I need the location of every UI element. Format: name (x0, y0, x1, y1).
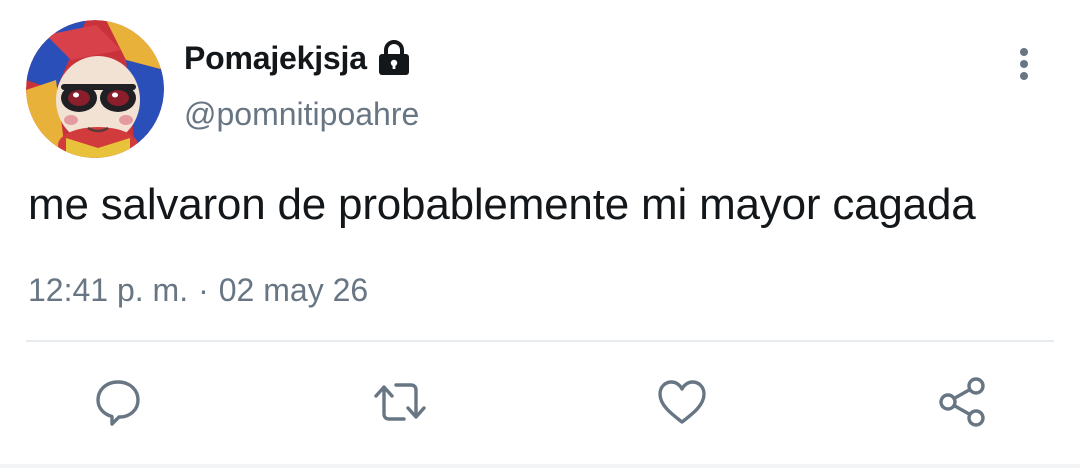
more-vertical-icon (1020, 48, 1028, 80)
tweet-card: Pomajekjsja @pomnitipoahre me salvaron d… (0, 0, 1080, 468)
like-button[interactable] (652, 372, 712, 432)
action-bar (0, 372, 1080, 432)
tweet-text: me salvaron de probablemente mi mayor ca… (28, 180, 976, 229)
tweet-meta: 12:41 p. m. · 02 may 26 (28, 272, 368, 309)
lock-icon (377, 40, 411, 76)
retweet-button[interactable] (370, 372, 430, 432)
more-options-button[interactable] (1006, 42, 1042, 86)
avatar-image (26, 20, 164, 158)
display-name[interactable]: Pomajekjsja (184, 40, 367, 77)
avatar[interactable] (26, 20, 164, 158)
reply-button[interactable] (88, 372, 148, 432)
bottom-border (0, 464, 1080, 468)
meta-separator: · (198, 272, 209, 308)
heart-icon (658, 380, 706, 424)
retweet-icon (374, 383, 426, 421)
display-name-row: Pomajekjsja (184, 36, 411, 80)
divider (26, 340, 1054, 342)
user-handle[interactable]: @pomnitipoahre (184, 96, 419, 133)
share-button[interactable] (932, 372, 992, 432)
share-icon (939, 377, 985, 427)
tweet-time: 12:41 p. m. (28, 272, 189, 308)
reply-icon (96, 380, 140, 426)
tweet-date: 02 may 26 (218, 272, 369, 308)
